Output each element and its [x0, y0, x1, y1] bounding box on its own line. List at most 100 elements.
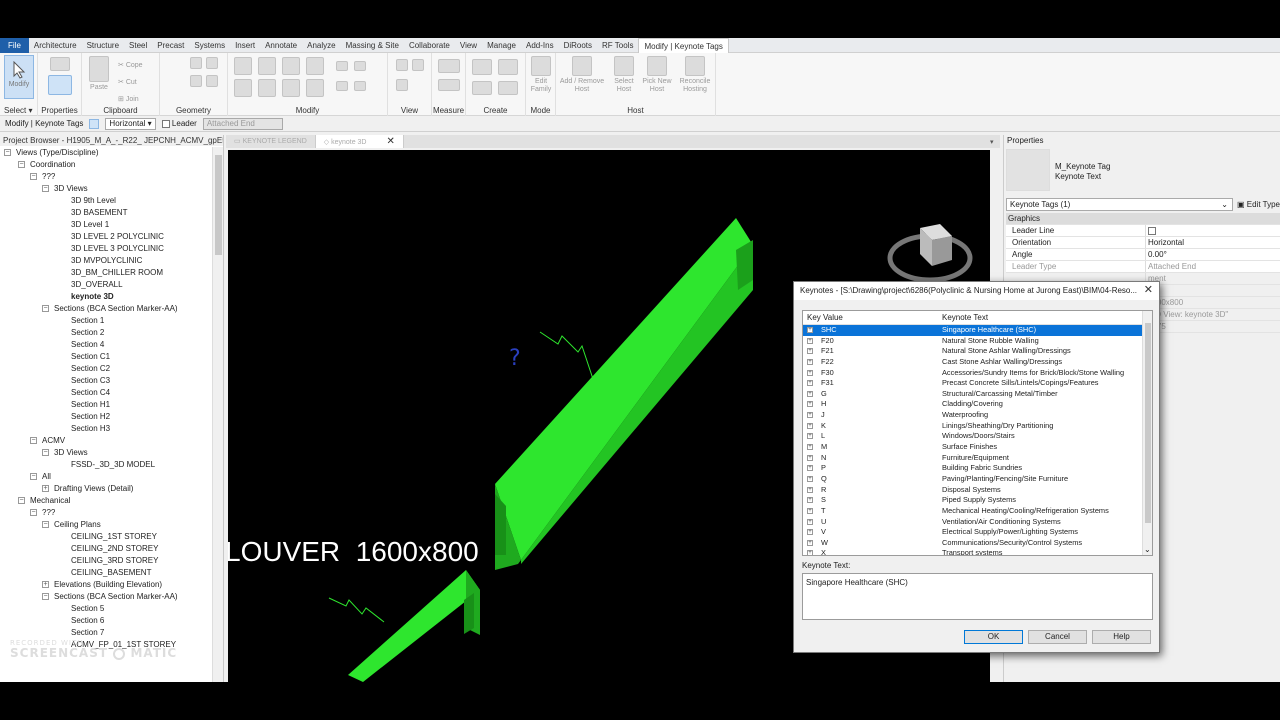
menu-tab[interactable]: File [0, 38, 29, 53]
menu-tab[interactable]: Analyze [302, 38, 340, 53]
expand-icon[interactable]: + [807, 358, 813, 365]
tree-node[interactable]: −??? [0, 171, 212, 183]
tree-node[interactable]: − Ceiling Plans [0, 519, 212, 531]
expand-icon[interactable]: + [42, 485, 49, 492]
tree-node[interactable]: − Mechanical [0, 495, 212, 507]
collapse-icon[interactable]: − [42, 593, 49, 600]
scroll-thumb[interactable] [215, 155, 222, 255]
tree-node[interactable]: 3D_OVERALL [0, 279, 212, 291]
expand-icon[interactable]: + [807, 369, 813, 376]
close-icon[interactable]: ✕ [1144, 285, 1153, 296]
tree-node[interactable]: CEILING_BASEMENT [0, 567, 212, 579]
tree-node[interactable]: −??? [0, 507, 212, 519]
menu-tab[interactable]: View [455, 38, 482, 53]
keynote-row[interactable]: + F21 Natural Stone Ashlar Walling/Dressin… [803, 346, 1152, 357]
keynote-row[interactable]: + J Waterproofing [803, 410, 1152, 421]
expand-icon[interactable]: + [807, 380, 813, 387]
tree-node[interactable]: CEILING_3RD STOREY [0, 555, 212, 567]
menu-tab[interactable]: RF Tools [597, 38, 638, 53]
collapse-icon[interactable]: − [30, 509, 37, 516]
keynote-row[interactable]: + N Furniture/Equipment [803, 453, 1152, 464]
edit-family-button[interactable]: Edit Family [528, 56, 554, 94]
geometry-icon[interactable] [206, 75, 218, 87]
property-value[interactable] [1146, 225, 1280, 236]
expand-icon[interactable]: + [807, 497, 813, 504]
select-host-button[interactable]: Select Host [610, 56, 638, 94]
expand-icon[interactable]: + [807, 550, 813, 555]
expand-icon[interactable]: + [807, 390, 813, 397]
tree-node[interactable]: Section 1 [0, 315, 212, 327]
keynote-row[interactable]: + H Cladding/Covering [803, 399, 1152, 410]
keynote-row[interactable]: + F22 Cast Stone Ashlar Walling/Dressings [803, 357, 1152, 368]
tabs-dropdown-icon[interactable]: ▾ [990, 138, 994, 146]
leader-line-checkbox[interactable] [1148, 226, 1156, 235]
tree-node[interactable]: keynote 3D [0, 291, 212, 303]
type-properties-icon[interactable] [50, 57, 70, 71]
move-icon[interactable] [234, 79, 252, 97]
keynote-row[interactable]: + F31 Precast Concrete Sills/Lintels/Copin… [803, 378, 1152, 389]
cancel-button[interactable]: Cancel [1028, 630, 1087, 644]
expand-icon[interactable]: + [807, 422, 813, 429]
rotate-icon[interactable] [282, 79, 300, 97]
menu-tab[interactable]: Modify | Keynote Tags [638, 38, 729, 53]
menu-tab[interactable]: DiRoots [559, 38, 597, 53]
keynote-row[interactable]: + U Ventilation/Air Conditioning Systems [803, 517, 1152, 528]
mirror-draw-icon[interactable] [306, 57, 324, 75]
measure-icon[interactable] [438, 59, 460, 73]
keynote-row[interactable]: + R Disposal Systems [803, 485, 1152, 496]
keynote-table-scrollbar[interactable]: ⌄ [1142, 311, 1152, 555]
keynote-row[interactable]: + F30 Accessories/Sundry Items for Brick/B… [803, 368, 1152, 379]
tree-node[interactable]: 3D BASEMENT [0, 207, 212, 219]
select-dropdown[interactable]: Select ▾ [0, 106, 37, 115]
tree-node[interactable]: Section 2 [0, 327, 212, 339]
expand-icon[interactable]: + [807, 348, 813, 355]
tree-node[interactable]: Section C2 [0, 363, 212, 375]
tree-node[interactable]: Section 7 [0, 627, 212, 639]
trim-icon[interactable] [306, 79, 324, 97]
tree-node[interactable]: 3D MVPOLYCLINIC [0, 255, 212, 267]
align-icon[interactable] [234, 57, 252, 75]
keynote-row[interactable]: + W Communications/Security/Control System… [803, 538, 1152, 549]
key-value-column-header[interactable]: Key Value [803, 311, 938, 324]
edit-type-button[interactable]: ▣ Edit Type [1237, 198, 1280, 211]
create-assembly-icon[interactable] [472, 59, 492, 75]
expand-icon[interactable]: + [807, 454, 813, 461]
expand-icon[interactable]: + [807, 327, 813, 333]
add-remove-host-button[interactable]: Add / Remove Host [558, 56, 606, 94]
keynote-row[interactable]: + L Windows/Doors/Stairs [803, 431, 1152, 442]
tree-node[interactable]: 3D_BM_CHILLER ROOM [0, 267, 212, 279]
view-icon[interactable] [412, 59, 424, 71]
expand-icon[interactable]: + [807, 518, 813, 525]
tree-node[interactable]: Section C1 [0, 351, 212, 363]
collapse-icon[interactable]: − [30, 473, 37, 480]
lower-beam[interactable] [348, 570, 480, 682]
keynote-row[interactable]: + M Surface Finishes [803, 442, 1152, 453]
tree-node[interactable]: 3D Level 1 [0, 219, 212, 231]
help-button[interactable]: Help [1092, 630, 1151, 644]
collapse-icon[interactable]: − [42, 305, 49, 312]
tree-node[interactable]: FSSD-_3D_3D MODEL [0, 459, 212, 471]
tree-node[interactable]: Section H1 [0, 399, 212, 411]
viewcube[interactable] [887, 224, 973, 283]
close-icon[interactable]: ✕ [386, 136, 394, 147]
create-group-icon[interactable] [472, 81, 492, 95]
menu-tab[interactable]: Structure [82, 38, 124, 53]
collapse-icon[interactable]: − [18, 497, 25, 504]
tree-node[interactable]: − ACMV [0, 435, 212, 447]
split-icon[interactable] [336, 61, 348, 71]
tree-node[interactable]: −3D Views [0, 183, 212, 195]
expand-icon[interactable]: + [807, 337, 813, 344]
collapse-icon[interactable]: − [4, 149, 11, 156]
leader-checkbox[interactable]: Leader [161, 119, 197, 128]
menu-tab[interactable]: Precast [152, 38, 189, 53]
keynote-row[interactable]: + V Electrical Supply/Power/Lighting Syste… [803, 527, 1152, 538]
tree-node[interactable]: CEILING_1ST STOREY [0, 531, 212, 543]
upper-beam[interactable] [495, 218, 753, 570]
tree-node[interactable]: + Elevations (Building Elevation) [0, 579, 212, 591]
geometry-icon[interactable] [206, 57, 218, 69]
menu-tab[interactable]: Massing & Site [341, 38, 404, 53]
keynote-tag-symbol[interactable]: ? [509, 346, 521, 371]
instance-filter-dropdown[interactable]: Keynote Tags (1) ⌄ [1006, 198, 1233, 211]
tree-node[interactable]: − Views (Type/Discipline) [0, 147, 212, 159]
ok-button[interactable]: OK [964, 630, 1023, 644]
